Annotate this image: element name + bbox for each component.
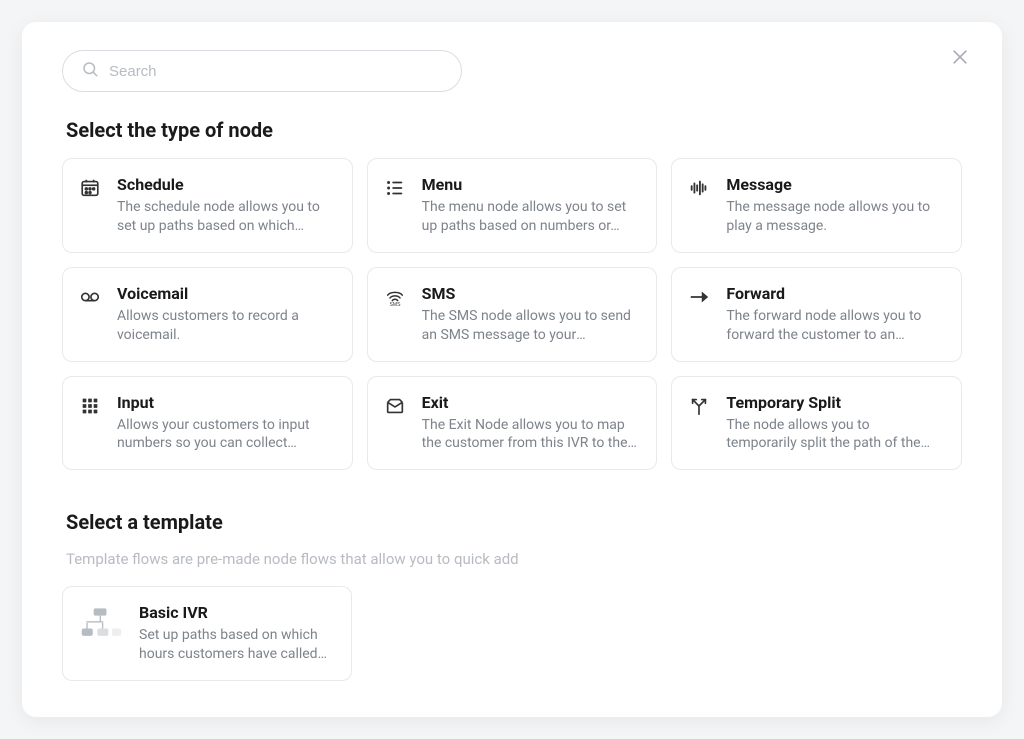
arrow-right-icon [686,286,712,308]
close-icon [950,47,970,70]
node-picker-modal: Select the type of node Schedule The sch… [22,22,1002,717]
node-desc: The menu node allows you to set up paths… [422,198,639,236]
node-card-input[interactable]: Input Allows your customers to input num… [62,376,353,471]
node-desc: The message node allows you to play a me… [726,198,943,236]
keypad-icon [77,395,103,417]
node-title: Voicemail [117,284,334,303]
audio-wave-icon [686,177,712,199]
search-container [62,50,462,92]
node-title: Temporary Split [726,393,943,412]
node-desc: Allows customers to record a voicemail. [117,307,334,345]
list-icon [382,177,408,199]
node-title: Schedule [117,175,334,194]
search-icon [81,60,99,82]
close-button[interactable] [946,44,974,72]
node-title: Message [726,175,943,194]
sms-icon: SMS [382,286,408,308]
node-title: Forward [726,284,943,303]
section-title-templates: Select a template [66,510,962,534]
node-desc: The schedule node allows you to set up p… [117,198,334,236]
node-desc: The Exit Node allows you to map the cust… [422,416,639,454]
node-desc: Allows your customers to input numbers s… [117,416,334,454]
node-desc: The SMS node allows you to send an SMS m… [422,307,639,345]
svg-text:SMS: SMS [389,302,401,308]
node-card-menu[interactable]: Menu The menu node allows you to set up … [367,158,658,253]
exit-icon [382,395,408,417]
node-card-exit[interactable]: Exit The Exit Node allows you to map the… [367,376,658,471]
node-card-message[interactable]: Message The message node allows you to p… [671,158,962,253]
node-card-forward[interactable]: Forward The forward node allows you to f… [671,267,962,362]
node-grid: Schedule The schedule node allows you to… [62,158,962,470]
template-title: Basic IVR [139,603,333,622]
node-card-schedule[interactable]: Schedule The schedule node allows you to… [62,158,353,253]
node-title: Input [117,393,334,412]
node-title: Menu [422,175,639,194]
search-field[interactable] [62,50,462,92]
search-input[interactable] [109,63,443,80]
template-desc: Set up paths based on which hours custom… [139,626,333,664]
template-card-basic-ivr[interactable]: Basic IVR Set up paths based on which ho… [62,586,352,681]
section-subtitle-templates: Template flows are pre-made node flows t… [66,550,962,568]
section-title-nodes: Select the type of node [66,118,962,142]
node-card-voicemail[interactable]: Voicemail Allows customers to record a v… [62,267,353,362]
calendar-icon [77,177,103,199]
node-title: Exit [422,393,639,412]
node-card-temporary-split[interactable]: Temporary Split The node allows you to t… [671,376,962,471]
node-title: SMS [422,284,639,303]
template-grid: Basic IVR Set up paths based on which ho… [62,586,962,681]
split-icon [686,395,712,417]
node-card-sms[interactable]: SMS SMS The SMS node allows you to send … [367,267,658,362]
flow-icon [77,605,125,641]
node-desc: The forward node allows you to forward t… [726,307,943,345]
voicemail-icon [77,286,103,308]
node-desc: The node allows you to temporarily split… [726,416,943,454]
